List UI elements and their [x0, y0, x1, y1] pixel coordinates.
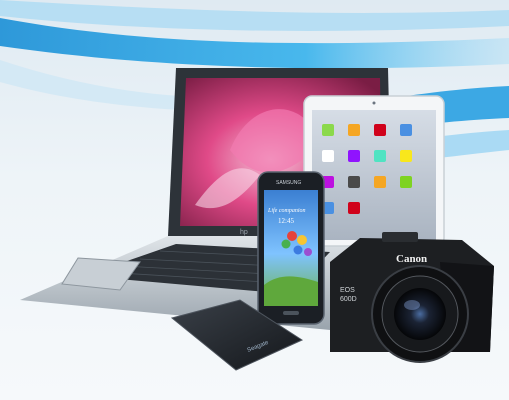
laptop-brand-logo: hp — [240, 229, 248, 236]
camera-lens-glass — [394, 288, 446, 340]
dslr-camera: Canon EOS 600D — [330, 232, 494, 363]
swoosh-left-fade — [0, 60, 180, 110]
phone-clock: 12:45 — [278, 217, 294, 225]
camera-model-line1: EOS — [340, 287, 355, 294]
phone-grass — [264, 276, 318, 306]
lens-reflection — [404, 300, 420, 310]
phone-brand: SAMSUNG — [276, 180, 301, 186]
smartphone: SAMSUNG Life companion 12:45 — [257, 171, 325, 325]
camera-hotshoe — [382, 232, 418, 242]
tablet — [303, 95, 445, 247]
camera-brand: Canon — [396, 253, 427, 265]
phone-home-button — [283, 311, 299, 315]
swoosh-top-light — [0, 0, 509, 31]
camera-model-line2: 600D — [340, 296, 357, 303]
product-collage-scene: hp SAMSUNG Life companion 12:45 Seagate … — [0, 0, 509, 371]
phone-wallpaper-text: Life companion — [267, 207, 306, 214]
tablet-camera — [372, 101, 376, 105]
